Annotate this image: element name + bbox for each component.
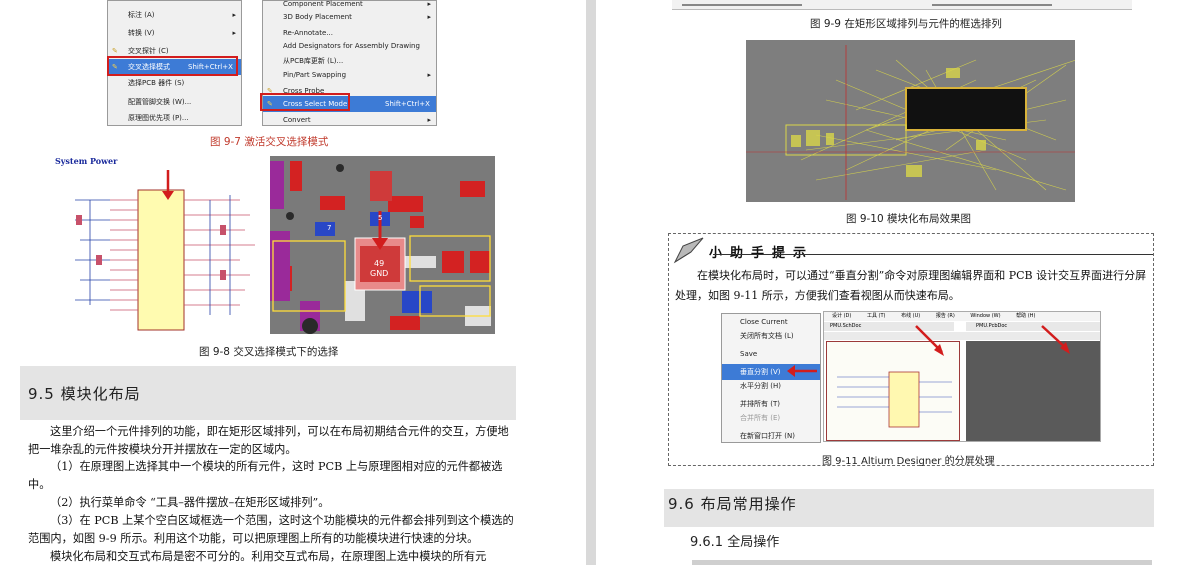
pcb-label-5: 5 <box>378 214 383 222</box>
menu-item-convert-en[interactable]: Convert ▸ <box>263 112 436 128</box>
tip-title: 小助手提示 <box>709 246 815 261</box>
page-gutter <box>586 0 596 565</box>
menu-item-convert[interactable]: 转换 (V) ▸ <box>108 25 241 41</box>
figure-9-9-stroke <box>932 4 1052 6</box>
figure-9-9-caption: 图 9-9 在矩形区域排列与元件的框选排列 <box>810 18 1002 30</box>
paragraph-1: 这里介绍一个元件排列的功能，即在矩形区域排列，可以在布局初期结合元件的交互，方便… <box>28 425 509 456</box>
section-9-6-title: 9.6 布局常用操作 <box>668 495 797 513</box>
subsection-9-6-1-title: 9.6.1 全局操作 <box>690 535 780 550</box>
red-arrow-icon <box>787 365 817 377</box>
paragraph-4: （3）在 PCB 上某个空白区域框选一个范围，这时这个功能模块的元件都会排列到这… <box>28 514 514 545</box>
figure-9-8-caption: 图 9-8 交叉选择模式下的选择 <box>199 346 339 358</box>
menu-item-pin-swap-config[interactable]: 配置管脚交换 (W)... <box>108 94 241 110</box>
split-arrows <box>915 325 1070 356</box>
menu-item-sch-preferences[interactable]: 原理图优先项 (P)... <box>108 110 241 126</box>
menu-item-open-new-window[interactable]: 在新窗口打开 (N) <box>722 428 820 444</box>
right-page: 图 9-9 在矩形区域排列与元件的框选排列 图 9-10 模块化布局效果图 小助… <box>596 0 1192 565</box>
menu-item-3d-body-placement[interactable]: 3D Body Placement ▸ <box>263 9 436 25</box>
highlight-box <box>107 56 238 76</box>
figure-9-9-stroke <box>682 4 802 6</box>
window-context-menu: Close Current 关闭所有文档 (L) Save 垂直分割 (V) 水… <box>721 313 821 443</box>
pcb-label-gnd: GND <box>370 269 389 278</box>
paragraph-2: （1）在原理图上选择其中一个模块的所有元件，这时 PCB 上与原理图相对应的元件… <box>28 460 503 491</box>
pcb-drawing <box>270 161 491 334</box>
split-screen-window: 设计 (D) 工具 (T) 布线 (U) 报告 (R) Window (W) 帮… <box>823 311 1101 442</box>
pcb-image: 7 5 49 GND <box>270 156 495 334</box>
pcb-label-7: 7 <box>327 224 332 232</box>
menu-item-merge-all[interactable]: 合并所有 (E) <box>722 410 820 426</box>
pen-icon <box>673 237 704 264</box>
paragraph-5: 模块化布局和交互式布局是密不可分的。利用交互式布局，在原理图上选中模块的所有元 <box>50 550 487 563</box>
figure-9-10-image <box>746 40 1075 202</box>
figure-9-7-caption: 图 9-7 激活交叉选择模式 <box>210 136 329 148</box>
menu-item-select-pcb-components[interactable]: 选择PCB 器件 (S) <box>108 75 241 91</box>
cut-off-text-line <box>692 560 1152 565</box>
paragraph-3: （2）执行菜单命令 “工具–器件摆放–在矩形区域排列”。 <box>50 496 330 509</box>
menu-item-annotate[interactable]: 标注 (A) ▸ <box>108 7 241 23</box>
tip-text: 在模块化布局时，可以通过“垂直分割”命令对原理图编辑界面和 PCB 设计交互界面… <box>675 269 1147 302</box>
schematic-drawing <box>75 170 255 331</box>
menu-item-save[interactable]: Save <box>722 346 820 362</box>
highlight-box <box>260 93 350 111</box>
figure-9-11-caption: 图 9-11 Altium Designer 的分屏处理 <box>822 456 995 467</box>
menu-item-split-horizontal[interactable]: 水平分割 (H) <box>722 378 820 394</box>
figure-9-9-image <box>672 0 1132 10</box>
menu-item-close-all[interactable]: 关闭所有文档 (L) <box>722 328 820 344</box>
tip-box: 小助手提示 在模块化布局时，可以通过“垂直分割”命令对原理图编辑界面和 PCB … <box>668 233 1154 467</box>
layout-ratsnest <box>746 45 1075 200</box>
tip-divider <box>713 254 1153 255</box>
pcb-label-49: 49 <box>374 259 385 268</box>
left-page: 标注 (A) ▸ 转换 (V) ▸ ✎ 交叉探针 (C) ✎ 交叉选择模式 Shift… <box>0 0 586 565</box>
figure-9-10-caption: 图 9-10 模块化布局效果图 <box>846 213 972 225</box>
schematic-image: System Power <box>50 155 268 335</box>
menu-item-pin-part-swapping[interactable]: Pin/Part Swapping ▸ <box>263 67 436 83</box>
section-9-5-title: 9.5 模块化布局 <box>28 385 141 403</box>
menu-item-add-designators[interactable]: Add Designators for Assembly Drawing <box>263 38 436 54</box>
